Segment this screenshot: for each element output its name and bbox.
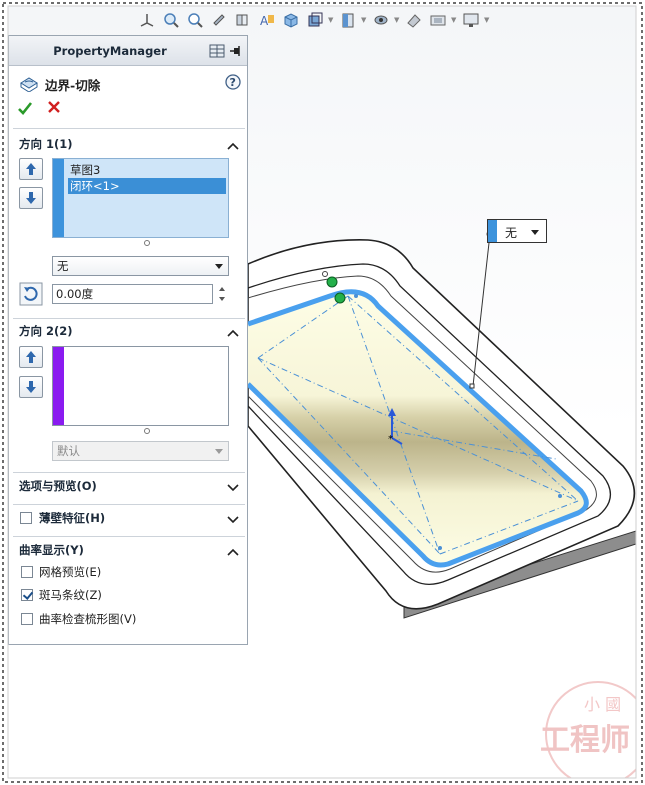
list-item[interactable]: 草图3 xyxy=(68,162,226,178)
arrow-up-icon xyxy=(26,351,36,363)
ok-cancel-row xyxy=(17,100,61,119)
property-manager-title: PropertyManager xyxy=(53,44,167,58)
divider xyxy=(13,472,245,473)
help-icon[interactable]: ? xyxy=(225,74,241,93)
chevron-down-icon[interactable] xyxy=(215,264,223,269)
arrow-down-icon xyxy=(26,192,36,204)
divider xyxy=(13,128,245,129)
list-resize-grip[interactable] xyxy=(144,428,150,434)
svg-text:*: * xyxy=(388,434,393,445)
boundary-cut-icon xyxy=(19,74,39,95)
watermark-seal: 小 國 工程师 xyxy=(540,681,636,778)
options-preview-label: 选项与预览(O) xyxy=(19,479,97,493)
cancel-x-icon[interactable] xyxy=(47,100,61,119)
toggle-panel-icon[interactable] xyxy=(209,44,225,61)
direction2-tangent-select[interactable]: 默认 xyxy=(52,441,229,461)
draft-angle-spinner[interactable] xyxy=(216,284,228,304)
flip-direction-icon[interactable] xyxy=(19,282,43,309)
direction1-tangent-select[interactable]: 无 xyxy=(52,256,229,276)
arrow-up-icon xyxy=(26,163,36,175)
section-view-icon[interactable] xyxy=(232,9,254,31)
divider xyxy=(13,318,245,319)
feature-title-row: 边界-切除 ? xyxy=(19,74,241,95)
callout-color-strip xyxy=(488,220,497,242)
mesh-preview-label: 网格预览(E) xyxy=(39,565,102,579)
direction2-label: 方向 2(2) xyxy=(19,324,73,338)
display-style-icon[interactable] xyxy=(304,9,326,31)
draft-angle-input[interactable]: 0.00度 xyxy=(52,284,213,304)
dynamic-annotation-icon[interactable]: A xyxy=(256,9,278,31)
chevron-down-icon[interactable] xyxy=(227,481,239,495)
curvature-combs-checkbox[interactable] xyxy=(21,613,33,625)
curvature-combs-option[interactable]: 曲率检查梳形图(V) xyxy=(21,611,136,627)
direction1-curves-list[interactable]: 草图3 闭环<1> xyxy=(52,158,229,238)
direction1-color-strip xyxy=(53,159,64,237)
direction2-curves-list[interactable] xyxy=(52,346,229,426)
feature-title: 边界-切除 xyxy=(45,78,101,93)
mesh-preview-option[interactable]: 网格预览(E) xyxy=(21,564,101,580)
zebra-stripes-label: 斑马条纹(Z) xyxy=(39,588,102,602)
direction2-tangent-value: 默认 xyxy=(57,444,80,458)
direction1-label: 方向 1(1) xyxy=(19,137,73,151)
property-manager-header: PropertyManager xyxy=(9,36,247,66)
hide-show-items-icon[interactable] xyxy=(337,9,359,31)
chevron-down-icon[interactable] xyxy=(215,449,223,454)
previous-view-icon[interactable] xyxy=(136,9,158,31)
watermark-top-text: 小 國 xyxy=(584,695,621,714)
divider xyxy=(13,536,245,537)
zoom-to-area-icon[interactable] xyxy=(184,9,206,31)
dropdown-chevron-icon[interactable]: ▼ xyxy=(394,15,401,25)
chevron-up-icon[interactable] xyxy=(227,545,239,559)
list-item-selected[interactable]: 闭环<1> xyxy=(68,178,226,194)
curvature-combs-label: 曲率检查梳形图(V) xyxy=(39,612,137,626)
chevron-up-icon[interactable] xyxy=(227,139,239,153)
direction1-header[interactable]: 方向 1(1) xyxy=(19,136,241,154)
dropdown-chevron-icon[interactable]: ▼ xyxy=(451,15,458,25)
zebra-stripes-checkbox[interactable] xyxy=(21,589,33,601)
chevron-down-icon[interactable] xyxy=(531,230,539,235)
move-down-button[interactable] xyxy=(19,187,43,209)
list-resize-grip[interactable] xyxy=(144,240,150,246)
pin-icon[interactable] xyxy=(229,44,243,61)
divider xyxy=(13,504,245,505)
dropdown-chevron-icon[interactable]: ▼ xyxy=(328,15,335,25)
view-orientation-icon[interactable] xyxy=(280,9,302,31)
connector-handle-1 xyxy=(326,276,338,288)
heads-up-view-toolbar: A ▼ ▼ ▼ ▼ ▼ xyxy=(136,8,491,32)
move-down-button[interactable] xyxy=(19,376,43,398)
arrow-down-icon xyxy=(26,381,36,393)
direction2-color-strip xyxy=(53,347,64,425)
tangency-callout[interactable]: 无 xyxy=(487,219,547,243)
svg-text:A: A xyxy=(260,14,269,28)
mesh-preview-checkbox[interactable] xyxy=(21,566,33,578)
callout-value: 无 xyxy=(505,226,518,240)
svg-text:?: ? xyxy=(230,76,236,89)
edit-appearance-icon[interactable] xyxy=(370,9,392,31)
watermark-main-text: 工程师 xyxy=(540,723,630,758)
ok-check-icon[interactable] xyxy=(17,100,33,119)
direction1-tangent-value: 无 xyxy=(57,259,69,273)
zebra-stripes-option[interactable]: 斑马条纹(Z) xyxy=(21,587,102,603)
zoom-to-fit-icon[interactable] xyxy=(160,9,182,31)
direction2-header[interactable]: 方向 2(2) xyxy=(19,323,241,341)
curvature-display-label: 曲率显示(Y) xyxy=(19,543,84,557)
connector-handle-2 xyxy=(334,292,346,304)
options-preview-header[interactable]: 选项与预览(O) xyxy=(19,478,241,496)
dropdown-chevron-icon[interactable]: ▼ xyxy=(484,15,491,25)
chevron-down-icon[interactable] xyxy=(227,513,239,527)
monitor-icon[interactable] xyxy=(460,9,482,31)
apply-scene-icon[interactable] xyxy=(403,9,425,31)
curvature-display-header[interactable]: 曲率显示(Y) xyxy=(19,542,241,560)
property-manager-panel: PropertyManager 边界-切除 ? 方向 1(1) 草图3 闭环<1… xyxy=(8,35,248,645)
thin-feature-checkbox[interactable] xyxy=(20,512,32,524)
move-up-button[interactable] xyxy=(19,158,43,180)
thin-feature-header[interactable]: 薄壁特征(H) xyxy=(19,510,241,528)
chevron-up-icon[interactable] xyxy=(227,326,239,340)
dropdown-chevron-icon[interactable]: ▼ xyxy=(361,15,368,25)
move-up-button[interactable] xyxy=(19,346,43,368)
thin-feature-label: 薄壁特征(H) xyxy=(39,511,106,525)
previous-view-arrow-icon[interactable] xyxy=(208,9,230,31)
view-settings-icon[interactable] xyxy=(427,9,449,31)
draft-angle-value: 0.00度 xyxy=(56,287,94,301)
